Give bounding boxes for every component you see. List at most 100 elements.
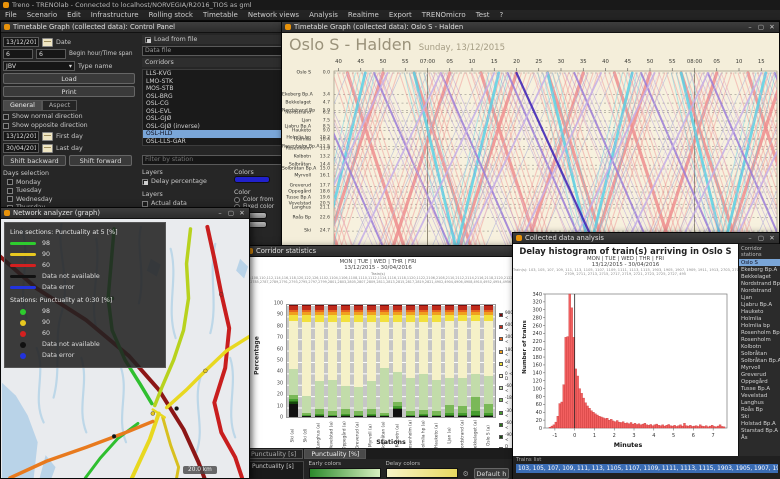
corridor-item[interactable]: LLS-KVG	[143, 70, 281, 78]
print-button[interactable]: Print	[3, 86, 135, 97]
station-item[interactable]: Ljan	[739, 294, 780, 301]
station-item[interactable]: Nordstrand Bp	[739, 280, 780, 287]
station-item[interactable]: Ski	[739, 413, 780, 420]
station-item[interactable]: Hauketo	[739, 308, 780, 315]
show-normal-checkbox[interactable]	[3, 113, 9, 120]
time-span-input[interactable]	[36, 49, 66, 59]
corridor-item[interactable]: OSL-CG	[143, 100, 281, 108]
day-checkbox-row[interactable]: Monday	[7, 179, 139, 186]
menu-item[interactable]: Infrastructure	[86, 10, 144, 21]
day-checkbox[interactable]	[7, 179, 13, 185]
station-item[interactable]: Holstad Bp.A	[739, 420, 780, 427]
station-item[interactable]: Ljabru Bp.A	[739, 301, 780, 308]
station-item[interactable]: Tusse Bp.A	[739, 385, 780, 392]
corridor-item[interactable]: OSL-HLD	[143, 130, 281, 138]
punctuality-s-cell[interactable]: Punctuality [s]	[247, 461, 304, 479]
minimize-button[interactable]: –	[216, 209, 224, 218]
tab-aspect[interactable]: Aspect	[41, 100, 78, 111]
station-item[interactable]: Ås	[739, 434, 780, 441]
minimize-button[interactable]: –	[746, 23, 754, 32]
station-item[interactable]: Solbråtan Bp.A	[739, 357, 780, 364]
station-item[interactable]: Bekkelaget	[739, 273, 780, 280]
close-button[interactable]: ✕	[768, 234, 776, 243]
menu-item[interactable]: Export	[384, 10, 417, 21]
menu-item[interactable]: Analysis	[304, 10, 343, 21]
control-panel-titlebar[interactable]: Timetable Graph (collected data): Contro…	[1, 22, 282, 33]
begin-hour-input[interactable]	[3, 49, 33, 59]
network-analyzer-titlebar[interactable]: Network analyzer (graph) – ▢ ✕	[1, 208, 249, 219]
corridor-item[interactable]: MOS-STB	[143, 85, 281, 93]
station-item[interactable]: Langhus	[739, 399, 780, 406]
last-day-input[interactable]	[3, 143, 39, 153]
corridor-item[interactable]: OSL-GJØ	[143, 115, 281, 123]
delay-percentage-checkbox[interactable]	[142, 178, 148, 185]
trains-list-selected-row[interactable]: 103, 105, 107, 109, 111, 113, 1105, 1107…	[516, 464, 778, 473]
load-button[interactable]: Load	[3, 73, 135, 84]
calendar-icon[interactable]	[42, 37, 53, 47]
type-name-select[interactable]: JBV ▾	[3, 61, 75, 71]
network-map[interactable]: Line sections: Punctuality at 5 [%] 98 9…	[1, 219, 249, 478]
station-item[interactable]: Greverud	[739, 371, 780, 378]
default-button[interactable]: Default h	[473, 468, 509, 479]
menu-item[interactable]: TRENOmicro	[417, 10, 471, 21]
shift-backward-button[interactable]: Shift backward	[3, 155, 66, 166]
menu-item[interactable]: Edit	[62, 10, 86, 21]
menu-item[interactable]: Realtime	[343, 10, 384, 21]
close-button[interactable]: ✕	[238, 209, 246, 218]
station-item[interactable]: Holmlia bp	[739, 322, 780, 329]
corridor-item[interactable]: OSL-GJØ (inverse)	[143, 123, 281, 131]
station-item[interactable]: Solbråtan	[739, 350, 780, 357]
date-input[interactable]	[3, 37, 39, 47]
station-item[interactable]: Rosenholm Bp	[739, 329, 780, 336]
gear-icon[interactable]: ⚙	[463, 470, 469, 479]
tab-punctuality-s[interactable]: Punctuality [s]	[244, 449, 304, 459]
show-opposite-checkbox[interactable]	[3, 122, 9, 129]
station-item[interactable]: Starstad Bp.A	[739, 427, 780, 434]
filter-by-station-input[interactable]	[142, 154, 282, 165]
delay-color-swatch[interactable]	[234, 176, 270, 183]
corridor-item[interactable]: OSL-BRG	[143, 93, 281, 101]
day-checkbox[interactable]	[7, 187, 13, 194]
station-item[interactable]: Oppegård	[739, 378, 780, 385]
color-from-radio[interactable]	[234, 197, 240, 203]
collected-data-titlebar[interactable]: Collected data analysis – ▢ ✕	[513, 233, 779, 244]
day-checkbox-row[interactable]: Wednesday	[7, 196, 139, 203]
menu-item[interactable]: Test	[471, 10, 495, 21]
early-colors-swatch[interactable]	[308, 468, 381, 478]
menu-item[interactable]: Network views	[243, 10, 304, 21]
maximize-button[interactable]: ▢	[227, 209, 235, 218]
load-from-file-header[interactable]: Load from file	[142, 35, 282, 44]
data-file-field[interactable]: Data file	[142, 46, 282, 56]
menu-item[interactable]: Timetable	[198, 10, 243, 21]
station-item[interactable]: Myrvoll	[739, 364, 780, 371]
corridor-item[interactable]: OSL-LLS-GAR	[143, 138, 281, 146]
station-item[interactable]: Rosenholm	[739, 336, 780, 343]
day-checkbox-row[interactable]: Tuesday	[7, 187, 139, 194]
menu-item[interactable]: ?	[494, 10, 508, 21]
close-button[interactable]: ✕	[768, 23, 776, 32]
timetable-titlebar[interactable]: Timetable Graph (collected data): Oslo S…	[282, 22, 779, 33]
corridor-item[interactable]: OSL-EVL	[143, 108, 281, 116]
station-item[interactable]: Oslo S	[739, 259, 780, 266]
calendar-icon[interactable]	[42, 143, 53, 153]
station-item[interactable]: Nordstrand	[739, 287, 780, 294]
tab-punctuality-pct[interactable]: Punctuality [%]	[304, 449, 367, 459]
calendar-icon[interactable]	[42, 131, 53, 141]
maximize-button[interactable]: ▢	[757, 23, 765, 32]
station-item[interactable]: Ekeberg Bp.A	[739, 266, 780, 273]
corridor-statistics-titlebar[interactable]: Corridor statistics	[244, 246, 512, 257]
shift-forward-button[interactable]: Shift forward	[69, 155, 132, 166]
station-item[interactable]: Roås Bp	[739, 406, 780, 413]
maximize-button[interactable]: ▢	[757, 234, 765, 243]
menu-item[interactable]: Rolling stock	[144, 10, 198, 21]
minimize-button[interactable]: –	[746, 234, 754, 243]
station-item[interactable]: Vevelstad	[739, 392, 780, 399]
corridor-item[interactable]: LMO-STK	[143, 78, 281, 86]
delay-colors-swatch[interactable]	[385, 468, 458, 478]
tab-general[interactable]: General	[3, 100, 42, 111]
day-checkbox[interactable]	[7, 196, 13, 202]
menu-item[interactable]: Scenario	[22, 10, 62, 21]
menu-item[interactable]: File	[0, 10, 22, 21]
actual-data-checkbox[interactable]	[142, 200, 148, 207]
first-day-input[interactable]	[3, 131, 39, 141]
